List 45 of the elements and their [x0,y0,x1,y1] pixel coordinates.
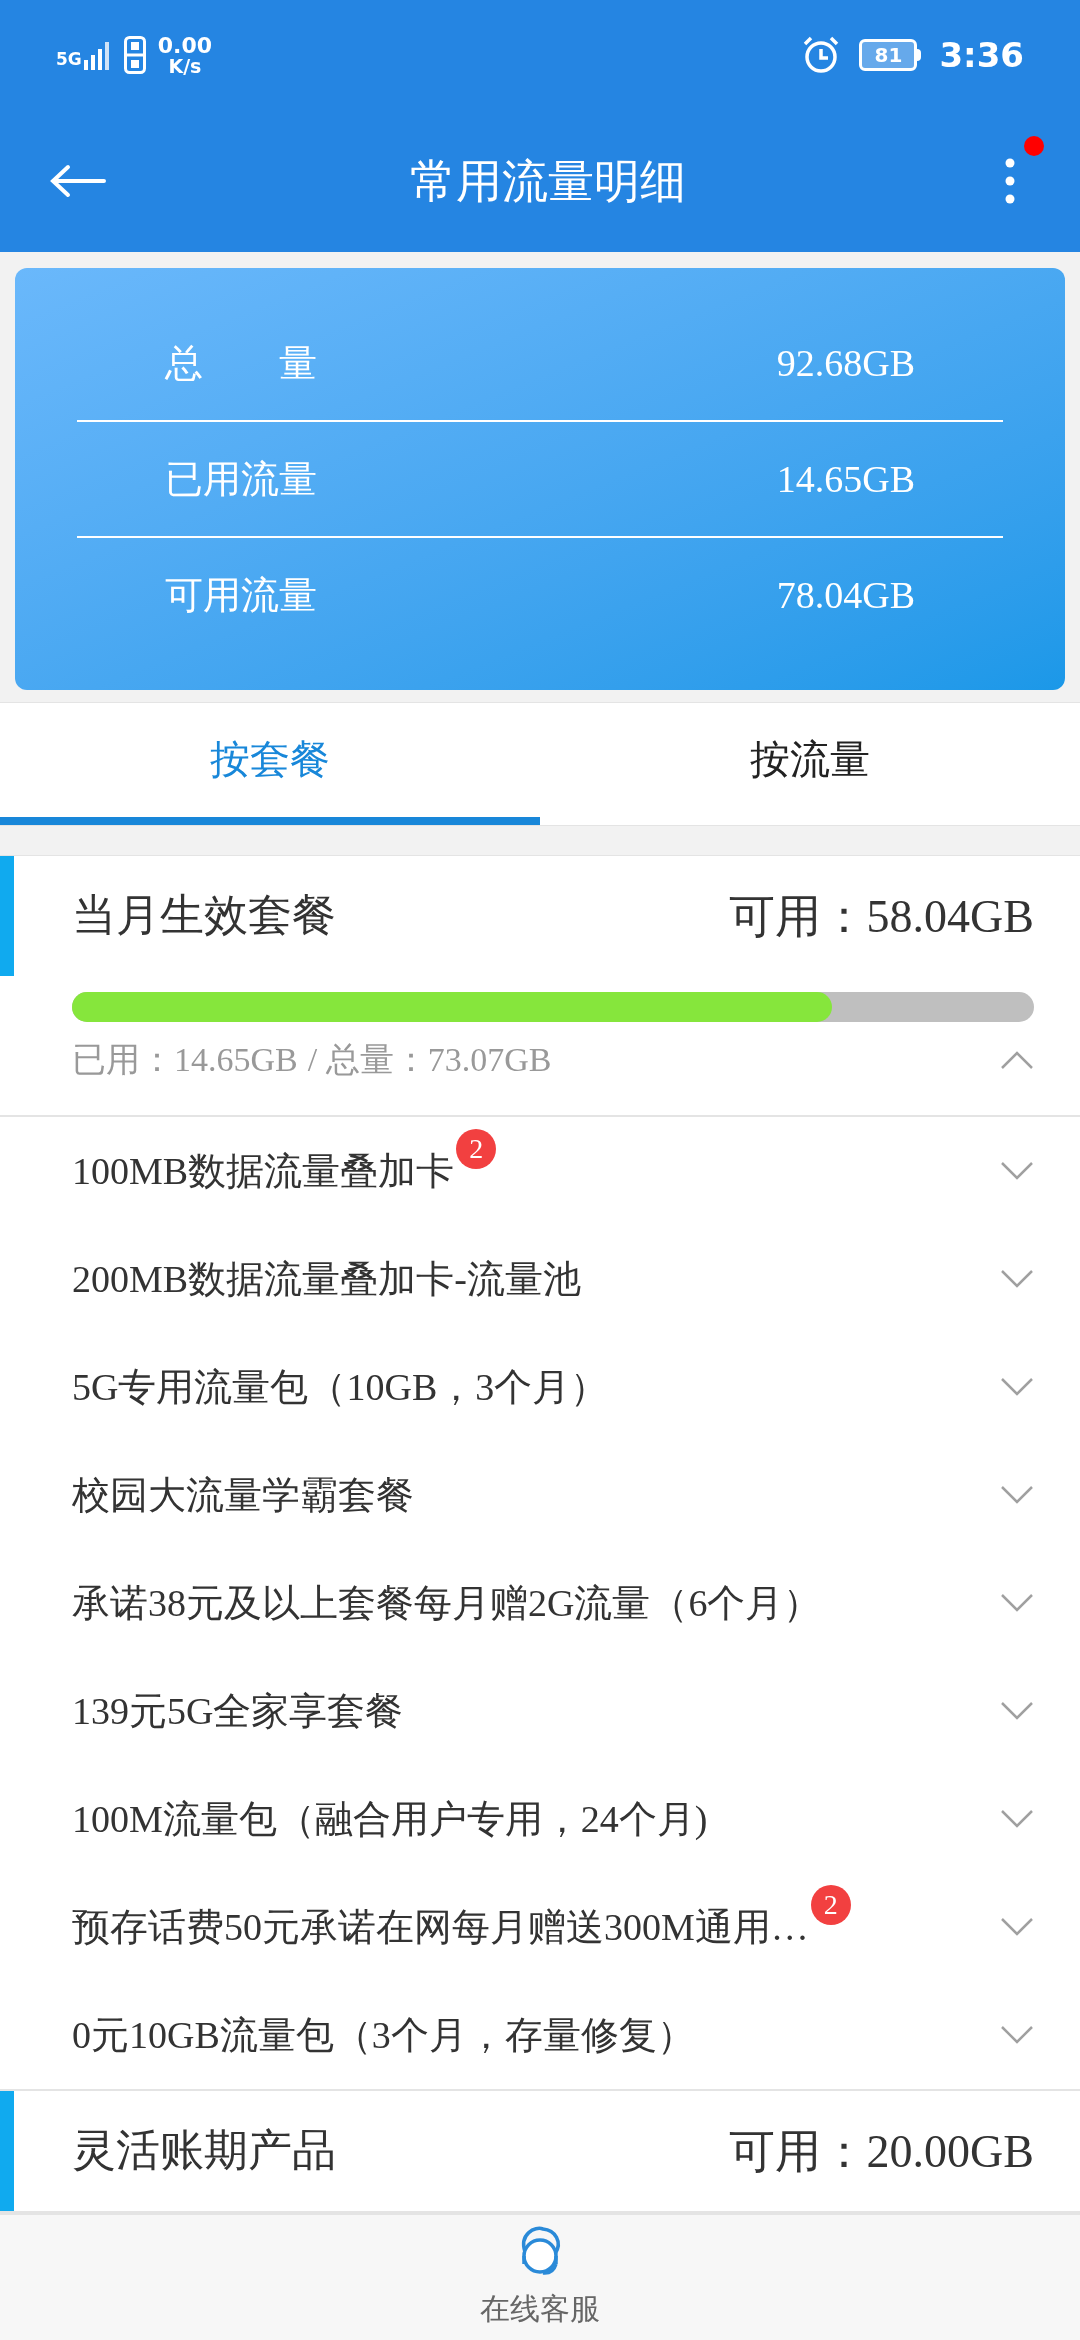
package-name[interactable]: 承诺38元及以上套餐每月赠2G流量（6个月） [72,1574,822,1632]
package-name[interactable]: 139元5G全家享套餐 [72,1682,404,1740]
chevron-up-icon[interactable] [1000,1049,1034,1070]
available-amount: 可用：58.04GB [728,889,1034,944]
chevron-down-icon[interactable] [1000,1269,1034,1289]
count-badge: 2 [456,1128,497,1169]
chevron-down-icon[interactable] [1000,1701,1034,1721]
chevron-down-icon[interactable] [1000,1809,1034,1829]
customer-service-button[interactable]: 在线客服 [480,2286,600,2331]
signal-icon [83,40,112,70]
hd-icon [123,36,146,74]
section-title: 当月生效套餐 [72,890,336,942]
back-arrow-icon[interactable] [50,164,106,198]
package-name[interactable]: 5G专用流量包（10GB，3个月） [72,1358,609,1416]
chevron-down-icon[interactable] [1000,1917,1034,1937]
summary-value: 92.68GB [776,340,915,386]
total-amount: / 总量：73.07GB [307,1040,552,1080]
chevron-down-icon[interactable] [1000,1593,1034,1613]
battery-level: 81 [874,45,903,65]
summary-label: 总 量 [165,340,317,386]
package-name[interactable]: 100MB数据流量叠加卡 [72,1142,455,1200]
tab[interactable]: 按流量 [540,703,1080,825]
chevron-down-icon[interactable] [1000,1485,1034,1505]
package-name[interactable]: 100M流量包（融合用户专用，24个月) [72,1790,708,1848]
package-name[interactable]: 校园大流量学霸套餐 [72,1466,414,1524]
used-amount: 已用：14.65GB [72,1040,298,1080]
package-name[interactable]: 200MB数据流量叠加卡-流量池 [72,1250,581,1308]
package-name[interactable]: 0元10GB流量包（3个月，存量修复） [72,2006,695,2064]
clock-time: 3:36 [939,33,1024,77]
summary-label: 已用流量 [165,456,317,502]
speed-value: 0.00 [157,34,213,57]
more-options-icon[interactable] [1005,158,1015,204]
section-title: 灵活账期产品 [72,2125,336,2177]
page-title: 常用流量明细 [410,154,686,209]
speed-unit: K/s [168,56,202,76]
chevron-down-icon[interactable] [1000,1377,1034,1397]
chevron-down-icon[interactable] [1000,1161,1034,1181]
package-name[interactable]: 预存话费50元承诺在网每月赠送300M通用… [72,1898,809,1956]
summary-value: 14.65GB [776,456,915,502]
count-badge: 2 [810,1884,851,1925]
summary-label: 可用流量 [165,572,317,618]
available-amount: 可用：20.00GB [728,2124,1034,2179]
network-label: 5G [56,51,82,68]
summary-value: 78.04GB [776,572,915,618]
chevron-down-icon[interactable] [1000,2025,1034,2045]
